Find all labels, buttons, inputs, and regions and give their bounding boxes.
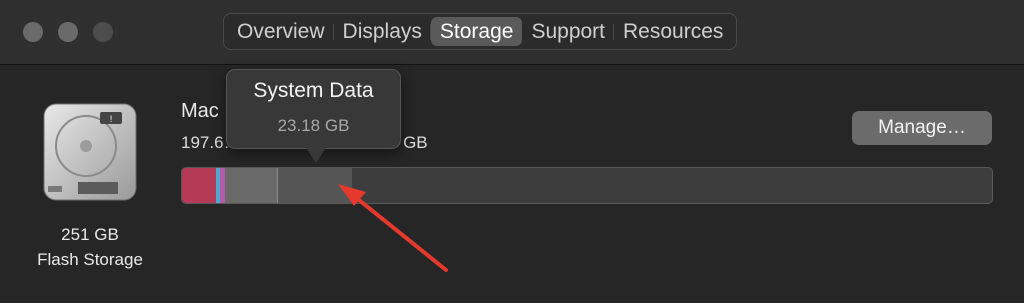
- tab-support[interactable]: Support: [522, 17, 614, 46]
- tab-resources[interactable]: Resources: [614, 17, 732, 46]
- segment-system-data[interactable]: [278, 168, 352, 203]
- tooltip-tail: [305, 146, 327, 163]
- svg-text:!: !: [109, 115, 113, 125]
- disk-label: 251 GB Flash Storage: [20, 222, 160, 272]
- manage-button[interactable]: Manage…: [852, 111, 992, 145]
- tooltip-size: 23.18 GB: [277, 116, 350, 135]
- segment-apps[interactable]: [182, 168, 216, 203]
- title-bar: Overview Displays Storage Support Resour…: [0, 0, 1024, 65]
- tooltip-title: System Data: [253, 79, 374, 102]
- system-data-tooltip: System Data 23.18 GB: [226, 69, 401, 149]
- minimize-button[interactable]: [58, 22, 78, 42]
- tab-displays[interactable]: Displays: [334, 17, 432, 46]
- storage-window: Overview Displays Storage Support Resour…: [0, 0, 1024, 303]
- tab-bar: Overview Displays Storage Support Resour…: [223, 13, 738, 50]
- close-button[interactable]: [23, 22, 43, 42]
- hard-drive-icon: !: [43, 103, 137, 201]
- disk-capacity: 251 GB: [61, 225, 119, 244]
- segment-macos[interactable]: [225, 168, 278, 203]
- volume-name: Mac: [181, 100, 219, 122]
- zoom-button[interactable]: [93, 22, 113, 42]
- storage-usage-bar[interactable]: [181, 167, 993, 204]
- tab-overview[interactable]: Overview: [228, 17, 334, 46]
- disk-type: Flash Storage: [37, 250, 143, 269]
- tab-storage[interactable]: Storage: [430, 17, 523, 46]
